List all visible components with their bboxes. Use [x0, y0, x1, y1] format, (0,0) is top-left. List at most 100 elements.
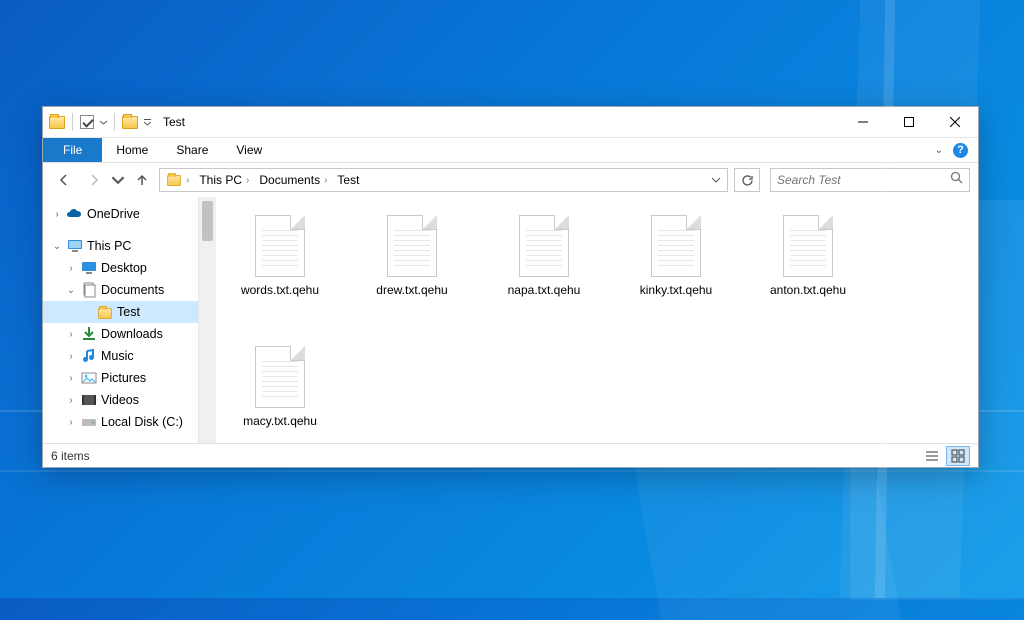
- tree-label: Videos: [101, 393, 139, 407]
- search-input[interactable]: [777, 173, 950, 187]
- chevron-right-icon[interactable]: ›: [65, 373, 77, 384]
- tree-label: Downloads: [101, 327, 163, 341]
- new-folder-icon[interactable]: [122, 116, 138, 129]
- ribbon: File Home Share View ⌄ ?: [43, 138, 978, 163]
- file-tab[interactable]: File: [43, 138, 102, 162]
- large-icons-view-button[interactable]: [946, 446, 970, 466]
- folder-icon: [97, 304, 113, 320]
- file-item[interactable]: drew.txt.qehu: [366, 211, 458, 302]
- breadcrumb-root[interactable]: ›: [162, 169, 193, 191]
- title-bar: Test: [43, 107, 978, 138]
- minimize-button[interactable]: [840, 107, 886, 138]
- close-button[interactable]: [932, 107, 978, 138]
- tab-view[interactable]: View: [222, 138, 276, 162]
- breadcrumb-label: This PC: [199, 173, 242, 187]
- ribbon-expand-icon[interactable]: ⌄: [935, 145, 943, 156]
- file-item[interactable]: napa.txt.qehu: [498, 211, 590, 302]
- help-icon[interactable]: ?: [953, 143, 968, 158]
- chevron-down-icon[interactable]: ⌄: [51, 241, 63, 252]
- up-button[interactable]: [129, 167, 155, 193]
- chevron-down-icon[interactable]: ⌄: [65, 285, 77, 296]
- address-bar-row: › This PC › Documents › Test: [43, 163, 978, 197]
- tree-item-localdisk[interactable]: › Local Disk (C:): [43, 411, 198, 433]
- videos-icon: [81, 392, 97, 408]
- file-name: napa.txt.qehu: [508, 283, 581, 298]
- document-icon: [519, 215, 569, 277]
- search-box[interactable]: [770, 168, 970, 192]
- folder-icon: [167, 174, 181, 185]
- tree-label: OneDrive: [87, 207, 140, 221]
- qat-customize-icon[interactable]: [144, 119, 151, 126]
- tree-item-videos[interactable]: › Videos: [43, 389, 198, 411]
- chevron-right-icon[interactable]: ›: [65, 351, 77, 362]
- breadcrumb-documents[interactable]: Documents ›: [255, 169, 331, 191]
- content-pane[interactable]: words.txt.qehu drew.txt.qehu napa.txt.qehu…: [216, 197, 978, 443]
- chevron-right-icon[interactable]: ›: [51, 209, 63, 220]
- tree-label: Local Disk (C:): [101, 415, 183, 429]
- search-icon[interactable]: [950, 171, 963, 189]
- address-history-button[interactable]: [707, 175, 725, 185]
- tree-label: Pictures: [101, 371, 146, 385]
- tree-label: Test: [117, 305, 140, 319]
- navigation-pane: › OneDrive ⌄ This PC › Desktop ⌄ Documen…: [43, 197, 198, 443]
- computer-icon: [67, 238, 83, 254]
- qat-dropdown-icon[interactable]: [100, 119, 107, 126]
- file-name: drew.txt.qehu: [376, 283, 447, 298]
- pictures-icon: [81, 370, 97, 386]
- desktop-icon: [81, 260, 97, 276]
- properties-icon[interactable]: [80, 115, 94, 129]
- tree-item-music[interactable]: › Music: [43, 345, 198, 367]
- recent-locations-button[interactable]: [111, 167, 125, 193]
- tree-label: Documents: [101, 283, 164, 297]
- tree-item-pictures[interactable]: › Pictures: [43, 367, 198, 389]
- chevron-right-icon[interactable]: ›: [65, 263, 77, 274]
- document-icon: [783, 215, 833, 277]
- status-bar: 6 items: [43, 443, 978, 467]
- onedrive-icon: [67, 206, 83, 222]
- file-name: anton.txt.qehu: [770, 283, 846, 298]
- file-item[interactable]: anton.txt.qehu: [762, 211, 854, 302]
- nav-scrollbar[interactable]: [198, 197, 216, 443]
- tree-item-test[interactable]: Test: [43, 301, 198, 323]
- details-view-button[interactable]: [920, 446, 944, 466]
- file-name: macy.txt.qehu: [243, 414, 317, 429]
- back-button[interactable]: [51, 167, 77, 193]
- refresh-button[interactable]: [734, 168, 760, 192]
- document-icon: [651, 215, 701, 277]
- tree-item-onedrive[interactable]: › OneDrive: [43, 203, 198, 225]
- drive-icon: [81, 414, 97, 430]
- scrollbar-thumb[interactable]: [202, 201, 213, 241]
- tab-home[interactable]: Home: [102, 138, 162, 162]
- tab-share[interactable]: Share: [162, 138, 222, 162]
- forward-button[interactable]: [81, 167, 107, 193]
- breadcrumb-test[interactable]: Test: [333, 169, 363, 191]
- chevron-right-icon[interactable]: ›: [65, 329, 77, 340]
- tree-item-documents[interactable]: ⌄ Documents: [43, 279, 198, 301]
- file-item[interactable]: words.txt.qehu: [234, 211, 326, 302]
- file-name: words.txt.qehu: [241, 283, 319, 298]
- quick-access-toolbar: [43, 113, 157, 131]
- file-item[interactable]: kinky.txt.qehu: [630, 211, 722, 302]
- document-icon: [387, 215, 437, 277]
- music-icon: [81, 348, 97, 364]
- maximize-button[interactable]: [886, 107, 932, 138]
- item-count: 6 items: [51, 449, 90, 463]
- tree-item-thispc[interactable]: ⌄ This PC: [43, 235, 198, 257]
- file-grid: words.txt.qehu drew.txt.qehu napa.txt.qehu…: [234, 211, 970, 433]
- tree-label: This PC: [87, 239, 131, 253]
- file-item[interactable]: macy.txt.qehu: [234, 342, 326, 433]
- document-icon: [255, 346, 305, 408]
- tree-item-downloads[interactable]: › Downloads: [43, 323, 198, 345]
- chevron-right-icon[interactable]: ›: [65, 417, 77, 428]
- file-name: kinky.txt.qehu: [640, 283, 712, 298]
- breadcrumb-thispc[interactable]: This PC ›: [195, 169, 253, 191]
- downloads-icon: [81, 326, 97, 342]
- documents-icon: [81, 282, 97, 298]
- address-bar[interactable]: › This PC › Documents › Test: [159, 168, 728, 192]
- document-icon: [255, 215, 305, 277]
- body: › OneDrive ⌄ This PC › Desktop ⌄ Documen…: [43, 197, 978, 443]
- chevron-right-icon[interactable]: ›: [65, 395, 77, 406]
- breadcrumb-label: Documents: [259, 173, 320, 187]
- tree-item-desktop[interactable]: › Desktop: [43, 257, 198, 279]
- tree-label: Music: [101, 349, 134, 363]
